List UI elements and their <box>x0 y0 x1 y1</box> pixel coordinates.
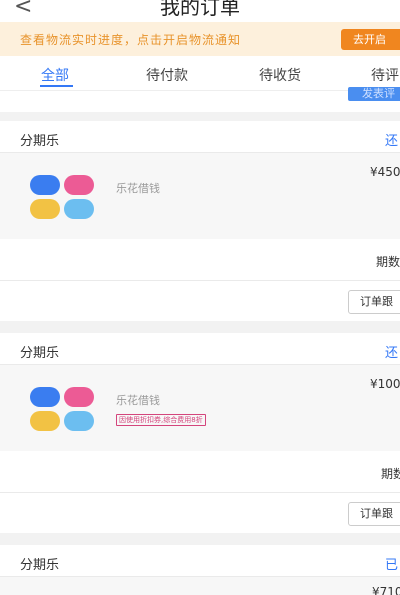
order-card-header: 分期乐 还 <box>0 333 400 365</box>
tab-all[interactable]: 全部 <box>41 65 69 85</box>
order-status: 已 <box>385 558 399 573</box>
order-tabs: 全部 待付款 待收货 待评 <box>0 56 400 90</box>
discount-tag: 因使用折扣券,综合费用8折 <box>116 414 206 426</box>
top-nav-bar: < 我的订单 <box>0 0 400 22</box>
shop-name: 分期乐 <box>20 134 60 149</box>
shop-name: 分期乐 <box>20 558 60 573</box>
order-card-partial: 发表评 <box>0 87 400 112</box>
item-price: ¥100 <box>370 377 400 391</box>
tab-pending-review[interactable]: 待评 <box>371 65 399 85</box>
item-price: ¥710 <box>372 585 400 595</box>
order-actions: 订单跟 <box>0 493 400 533</box>
item-name: 乐花借钱 <box>116 394 160 407</box>
order-item[interactable]: ¥710 <box>0 577 400 595</box>
logistics-notice-banner: 查看物流实时进度，点击开启物流通知 去开启 <box>0 22 400 56</box>
shop-name: 分期乐 <box>20 346 60 361</box>
order-card[interactable]: 分期乐 已 ¥710 <box>0 545 400 595</box>
order-card[interactable]: 分期乐 还 乐花借钱 ¥450 期数 订单跟 <box>0 121 400 321</box>
item-price: ¥450 <box>370 165 400 179</box>
tab-pending-receipt[interactable]: 待收货 <box>259 65 301 85</box>
write-review-button[interactable]: 发表评 <box>348 87 400 101</box>
lehua-logo-icon <box>30 175 94 219</box>
installment-row: 期数 <box>0 451 400 493</box>
installment-row: 期数 <box>0 239 400 281</box>
order-card[interactable]: 分期乐 还 乐花借钱 因使用折扣券,综合费用8折 ¥100 期数 订单跟 <box>0 333 400 533</box>
notice-text: 查看物流实时进度，点击开启物流通知 <box>20 33 242 47</box>
order-item[interactable]: 乐花借钱 ¥450 <box>0 153 400 239</box>
order-card-header: 分期乐 已 <box>0 545 400 577</box>
order-status: 还 <box>385 134 399 149</box>
order-tracking-button[interactable]: 订单跟 <box>348 502 400 526</box>
active-tab-indicator <box>40 85 73 87</box>
tab-pending-payment[interactable]: 待付款 <box>146 65 188 85</box>
page-title: 我的订单 <box>160 0 240 19</box>
order-card-header: 分期乐 还 <box>0 121 400 153</box>
lehua-logo-icon <box>30 387 94 431</box>
enable-notification-button[interactable]: 去开启 <box>341 29 400 50</box>
order-item[interactable]: 乐花借钱 因使用折扣券,综合费用8折 ¥100 <box>0 365 400 451</box>
installment-periods: 期数 <box>376 255 400 269</box>
item-name: 乐花借钱 <box>116 182 160 195</box>
order-status: 还 <box>385 346 399 361</box>
order-tracking-button[interactable]: 订单跟 <box>348 290 400 314</box>
installment-periods: 期数 <box>381 467 400 481</box>
order-actions: 订单跟 <box>0 281 400 321</box>
